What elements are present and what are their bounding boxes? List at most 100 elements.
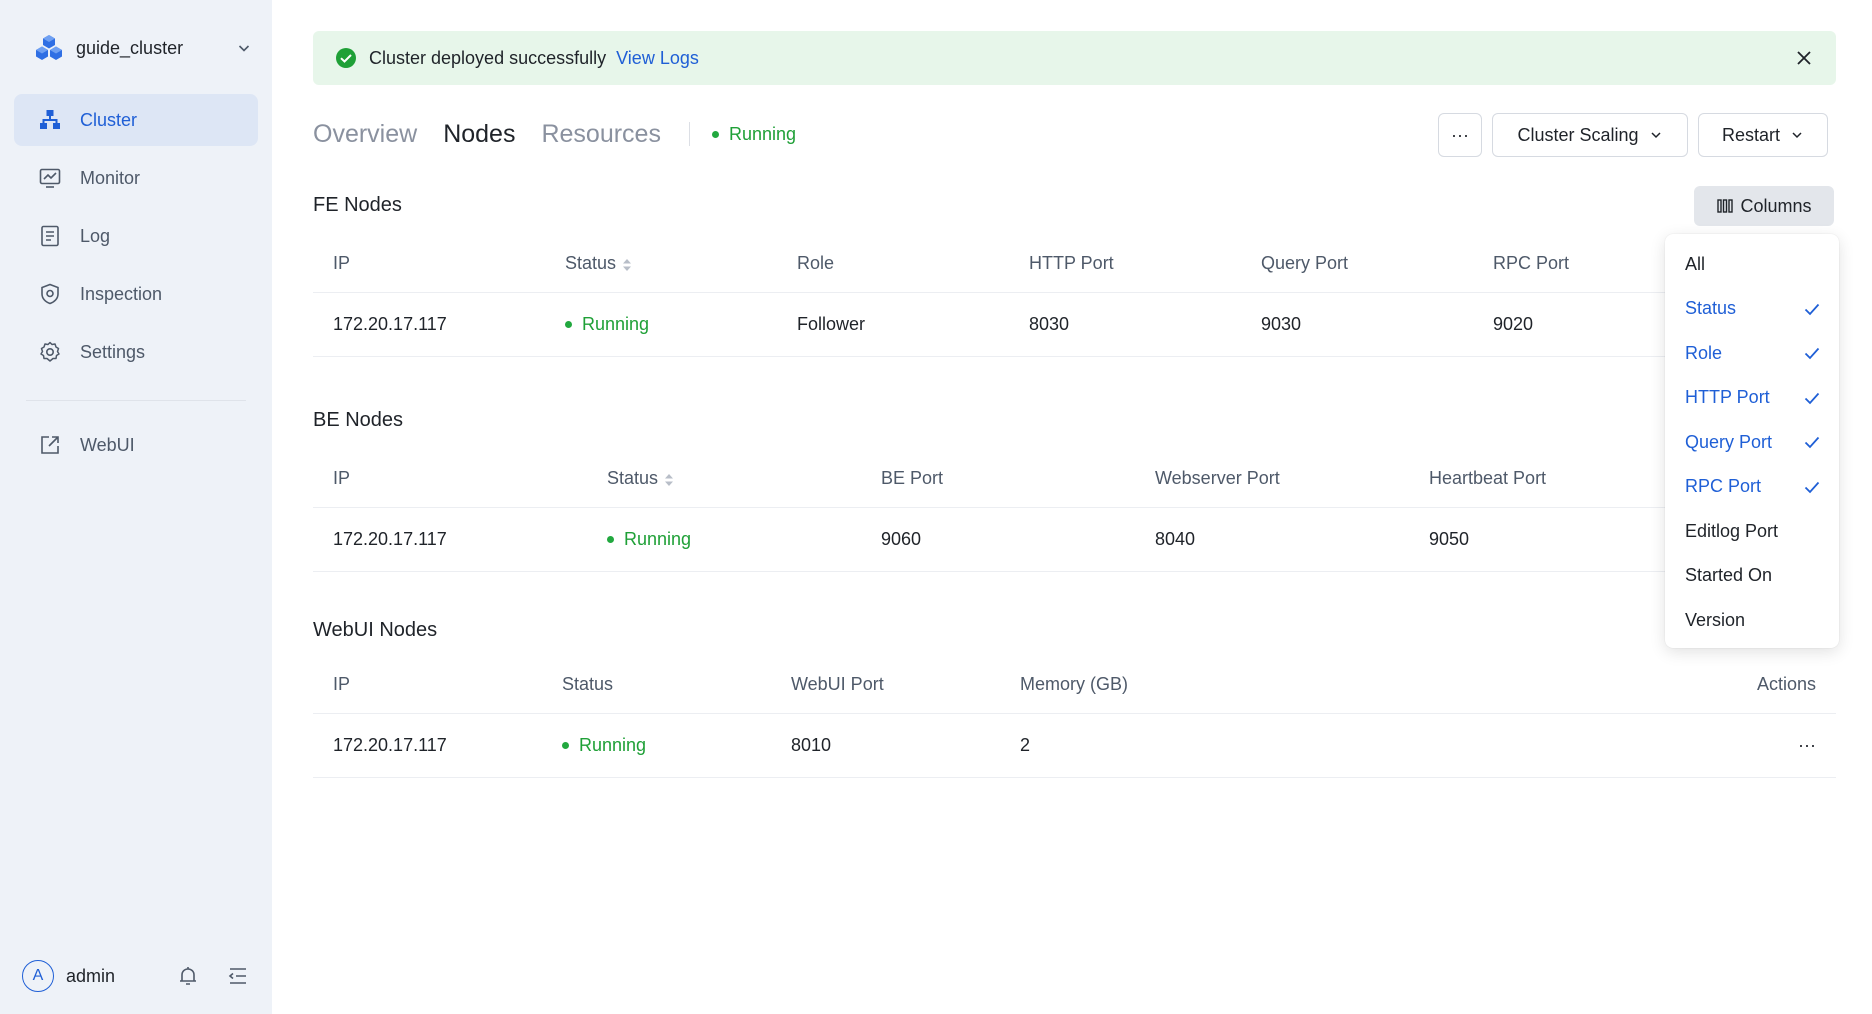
cluster-logo-icon <box>36 35 62 60</box>
sidebar-item-cluster[interactable]: Cluster <box>14 94 258 146</box>
option-label: Query Port <box>1685 431 1773 452</box>
shield-icon <box>38 282 62 306</box>
sidebar-divider <box>26 400 246 401</box>
column-header-webui-port: WebUI Port <box>791 674 884 695</box>
status-badge: Running <box>565 314 777 335</box>
status-dot <box>562 741 569 749</box>
node-ip: 172.20.17.117 <box>313 506 587 572</box>
column-header-actions: Actions <box>1756 674 1816 695</box>
columns-option-status[interactable]: Status <box>1665 287 1839 332</box>
tab-nodes[interactable]: Nodes <box>443 120 515 149</box>
table-row: 172.20.17.117 Running 8010 2 ··· <box>313 712 1836 778</box>
status-badge: Running <box>562 735 771 756</box>
check-icon <box>1804 437 1820 449</box>
success-alert: Cluster deployed successfully View Logs <box>313 31 1836 85</box>
cluster-status-badge: Running <box>711 123 797 145</box>
column-header-heartbeat-port: Heartbeat Port <box>1429 468 1547 489</box>
tab-resources[interactable]: Resources <box>541 120 661 149</box>
columns-option-editlog-port[interactable]: Editlog Port <box>1665 509 1839 554</box>
columns-label: Columns <box>1740 195 1812 216</box>
node-be-port: 9060 <box>861 506 1135 572</box>
node-heartbeat-port: 9050 <box>1409 506 1665 572</box>
sidebar-item-monitor[interactable]: Monitor <box>14 152 258 204</box>
log-icon <box>38 224 62 248</box>
page-tabs: Overview Nodes Resources Running <box>313 114 796 154</box>
status-dot <box>711 130 719 138</box>
collapse-menu-icon[interactable] <box>224 962 252 990</box>
column-header-ip: IP <box>333 674 351 695</box>
column-header-status[interactable]: Status <box>545 236 777 292</box>
node-status: Running <box>579 734 647 755</box>
columns-option-http-port[interactable]: HTTP Port <box>1665 376 1839 421</box>
status-dot <box>565 320 572 328</box>
node-memory: 2 <box>1000 712 1229 778</box>
node-http-port: 8030 <box>1009 291 1241 357</box>
external-link-icon <box>38 433 62 457</box>
sidebar-item-settings[interactable]: Settings <box>14 326 258 378</box>
option-label: HTTP Port <box>1685 387 1770 408</box>
columns-option-query-port[interactable]: Query Port <box>1665 420 1839 465</box>
sidebar-item-label: Cluster <box>80 109 138 130</box>
more-actions-button[interactable]: ··· <box>1438 113 1482 157</box>
sidebar-item-label: Log <box>80 225 111 246</box>
webui-nodes-table: IP Status WebUI Port Memory (GB) Actions… <box>313 657 1836 778</box>
sidebar-item-label: Inspection <box>80 283 163 304</box>
columns-option-all[interactable]: All <box>1665 242 1839 287</box>
columns-button[interactable]: Columns <box>1694 186 1834 226</box>
cluster-name: guide_cluster <box>76 37 184 58</box>
sidebar-item-inspection[interactable]: Inspection <box>14 268 258 320</box>
cluster-status-text: Running <box>728 123 797 144</box>
be-nodes-table: IP Status BE Port Webserver Port Heartbe… <box>313 451 1665 572</box>
node-ip: 172.20.17.117 <box>313 712 542 778</box>
tab-separator <box>688 122 690 146</box>
sort-icon[interactable] <box>664 473 674 487</box>
column-header-label: Status <box>607 468 659 489</box>
status-badge: Running <box>607 529 861 550</box>
bell-icon[interactable] <box>174 962 202 990</box>
node-query-port: 9030 <box>1241 291 1473 357</box>
cluster-switcher[interactable]: guide_cluster <box>34 30 254 66</box>
close-icon[interactable] <box>1794 48 1814 68</box>
avatar[interactable]: A <box>22 960 54 992</box>
restart-button[interactable]: Restart <box>1698 113 1828 157</box>
alert-message: Cluster deployed successfully <box>369 47 607 68</box>
sort-icon[interactable] <box>622 258 632 272</box>
monitor-icon <box>38 166 62 190</box>
webui-nodes-title: WebUI Nodes <box>313 619 438 641</box>
columns-option-started-on[interactable]: Started On <box>1665 554 1839 599</box>
chevron-down-icon <box>1792 132 1802 139</box>
node-role: Follower <box>777 291 1009 357</box>
restart-label: Restart <box>1721 124 1781 145</box>
sidebar-item-log[interactable]: Log <box>14 210 258 262</box>
column-header-memory: Memory (GB) <box>1020 674 1128 695</box>
node-status-cell: Running <box>542 712 771 778</box>
view-logs-link[interactable]: View Logs <box>616 48 699 69</box>
option-label: RPC Port <box>1685 476 1762 497</box>
option-label: Status <box>1685 298 1737 319</box>
fe-nodes-table: IP Status Role HTTP Port Query Port RPC … <box>313 236 1665 357</box>
columns-dropdown: All Status Role HTTP Port Query Port RPC… <box>1665 234 1839 648</box>
user-name[interactable]: admin <box>66 966 152 987</box>
column-header-status: Status <box>562 674 614 695</box>
columns-option-rpc-port[interactable]: RPC Port <box>1665 465 1839 510</box>
node-status-cell: Running <box>587 506 861 572</box>
node-webui-port: 8010 <box>771 712 1000 778</box>
column-header-status[interactable]: Status <box>587 451 861 507</box>
tab-overview[interactable]: Overview <box>313 120 417 149</box>
sidebar-nav: Cluster Monitor Log Inspection Settings <box>14 94 258 477</box>
row-actions-button[interactable]: ··· <box>1229 712 1836 778</box>
gear-icon <box>38 340 62 364</box>
column-header-http-port: HTTP Port <box>1029 253 1114 274</box>
option-label: Editlog Port <box>1685 520 1779 541</box>
cluster-scaling-label: Cluster Scaling <box>1517 124 1639 145</box>
node-status: Running <box>624 528 692 549</box>
columns-option-role[interactable]: Role <box>1665 331 1839 376</box>
option-label: Role <box>1685 342 1723 363</box>
column-header-be-port: BE Port <box>881 468 944 489</box>
option-label: All <box>1685 253 1706 274</box>
sidebar-item-webui[interactable]: WebUI <box>14 419 258 471</box>
cluster-scaling-button[interactable]: Cluster Scaling <box>1492 113 1688 157</box>
columns-option-version[interactable]: Version <box>1665 598 1839 643</box>
table-header-row: IP Status Role HTTP Port Query Port RPC … <box>313 236 1665 292</box>
option-label: Started On <box>1685 565 1773 586</box>
